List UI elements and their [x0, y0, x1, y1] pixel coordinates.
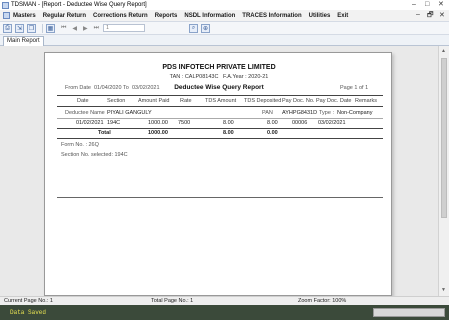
type-label: Type :	[319, 110, 334, 116]
mdi-close-button[interactable]: ✕	[439, 11, 445, 19]
col-remarks: Remarks	[355, 98, 378, 104]
row-tds-deposited: 8.00	[267, 120, 278, 126]
company-name: PDS INFOTECH PRIVATE LIMITED	[162, 64, 276, 71]
page-indicator: Page 1 of 1	[340, 85, 369, 91]
deductee-name-label: Deductee Name	[65, 110, 105, 116]
col-tds-deposited: TDS Deposited	[244, 98, 282, 104]
row-rule	[57, 118, 383, 119]
scroll-up-icon[interactable]: ▲	[441, 48, 446, 54]
col-tds-amount: TDS Amount	[205, 98, 237, 104]
total-rule-top	[57, 128, 383, 129]
app-status-strip: Data Saved	[0, 305, 449, 320]
report-page: PDS INFOTECH PRIVATE LIMITED TAN : CALP0…	[44, 52, 392, 296]
title-bar: TDSMAN - [Report - Deductee Wise Query R…	[0, 0, 449, 10]
pan-label: PAN	[262, 110, 273, 116]
row-pay-doc-date: 03/02/2021	[318, 120, 346, 126]
pan-value: AYHPG8431D	[282, 110, 318, 116]
search-icon[interactable]: ⌕	[189, 23, 199, 33]
app-icon	[2, 1, 9, 9]
minimize-button[interactable]: –	[412, 1, 416, 9]
print-icon[interactable]: ⎙	[3, 23, 12, 33]
zoom-icon[interactable]: ⊕	[201, 23, 211, 33]
footer-rule	[57, 197, 383, 198]
tan-line: TAN : CALP08143C F.A.Year : 2020-21	[45, 74, 393, 80]
calendar-icon[interactable]: ▦	[46, 23, 55, 33]
copy-icon[interactable]: ❐	[27, 23, 36, 33]
total-label: Total	[98, 130, 111, 136]
row-rate: 7500	[178, 120, 191, 126]
row-tds-amount: 8.00	[223, 120, 234, 126]
toolbar-separator	[42, 23, 43, 33]
section-selected: Section No. selected: 194C	[61, 152, 128, 158]
menu-nsdl-information[interactable]: NSDL Information	[184, 13, 235, 19]
export-icon[interactable]: ⇲	[15, 23, 24, 33]
next-page-icon[interactable]: ▶	[83, 25, 88, 32]
menu-traces-information[interactable]: TRACES Information	[242, 13, 301, 19]
total-deposited: 0.00	[267, 130, 278, 136]
col-pay-doc-no: Pay Doc. No.	[282, 98, 315, 104]
menu-bar: Masters Regular Return Corrections Retur…	[0, 10, 449, 21]
mdi-minimize-button[interactable]: –	[416, 11, 420, 18]
menu-masters[interactable]: Masters	[13, 13, 36, 19]
row-section: 194C	[107, 120, 121, 126]
col-pay-doc-date: Pay Doc. Date	[316, 98, 352, 104]
fy-label: F.A.Year :	[222, 74, 247, 80]
current-page-status: Current Page No.: 1	[4, 298, 53, 304]
tab-main-report[interactable]: Main Report	[3, 36, 44, 46]
total-page-status: Total Page No.: 1	[151, 298, 194, 304]
row-amount-paid: 1000.00	[148, 120, 168, 126]
close-button[interactable]: ✕	[438, 1, 444, 9]
total-rule-bottom	[57, 138, 383, 139]
maximize-button[interactable]: □	[425, 1, 429, 9]
tan-label: TAN :	[169, 74, 184, 80]
type-value: Non-Company	[337, 110, 373, 116]
menu-exit[interactable]: Exit	[337, 13, 348, 19]
form-no: Form No. : 26Q	[61, 142, 99, 148]
header-rule-bottom	[57, 106, 383, 107]
row-pay-doc-no: 00006	[292, 120, 308, 126]
last-page-icon[interactable]: ⏭	[94, 25, 99, 32]
tab-bar: Main Report	[0, 35, 449, 46]
scrollbar-thumb[interactable]	[441, 58, 447, 218]
prev-page-icon[interactable]: ◀	[72, 25, 77, 32]
status-bar: Current Page No.: 1 Total Page No.: 1 Zo…	[0, 296, 449, 305]
zoom-factor-status: Zoom Factor: 100%	[298, 298, 347, 304]
scroll-down-icon[interactable]: ▼	[441, 287, 446, 293]
status-indicator-panel	[373, 308, 445, 317]
tan-value: CALP08143C	[184, 74, 219, 80]
fy-value: 2020-21	[248, 74, 269, 80]
row-date: 01/02/2021	[76, 120, 104, 126]
window-title: TDSMAN - [Report - Deductee Wise Query R…	[11, 2, 147, 8]
menu-utilities[interactable]: Utilities	[309, 13, 331, 19]
system-menu-icon[interactable]	[3, 12, 10, 19]
col-amount-paid: Amount Paid	[138, 98, 170, 104]
report-toolbar: ⎙ ⇲ ❐ ▦ ⏮ ◀ ▶ ⏭ 1 ⌕ ⊕	[0, 21, 449, 35]
total-amount: 1000.00	[148, 130, 168, 136]
first-page-icon[interactable]: ⏮	[61, 25, 66, 32]
deductee-name-value: PIYALI GANGULY	[107, 110, 152, 116]
page-number-input[interactable]: 1	[103, 24, 146, 32]
menu-reports[interactable]: Reports	[155, 13, 178, 19]
col-rate: Rate	[180, 98, 192, 104]
total-tds: 8.00	[223, 130, 234, 136]
header-rule-top	[57, 95, 383, 96]
menu-regular-return[interactable]: Regular Return	[43, 13, 86, 19]
vertical-scrollbar[interactable]: ▲ ▼	[438, 46, 449, 296]
col-section: Section	[107, 98, 126, 104]
menu-corrections-return[interactable]: Corrections Return	[93, 13, 148, 19]
col-date: Date	[77, 98, 89, 104]
data-saved-message: Data Saved	[10, 309, 47, 316]
